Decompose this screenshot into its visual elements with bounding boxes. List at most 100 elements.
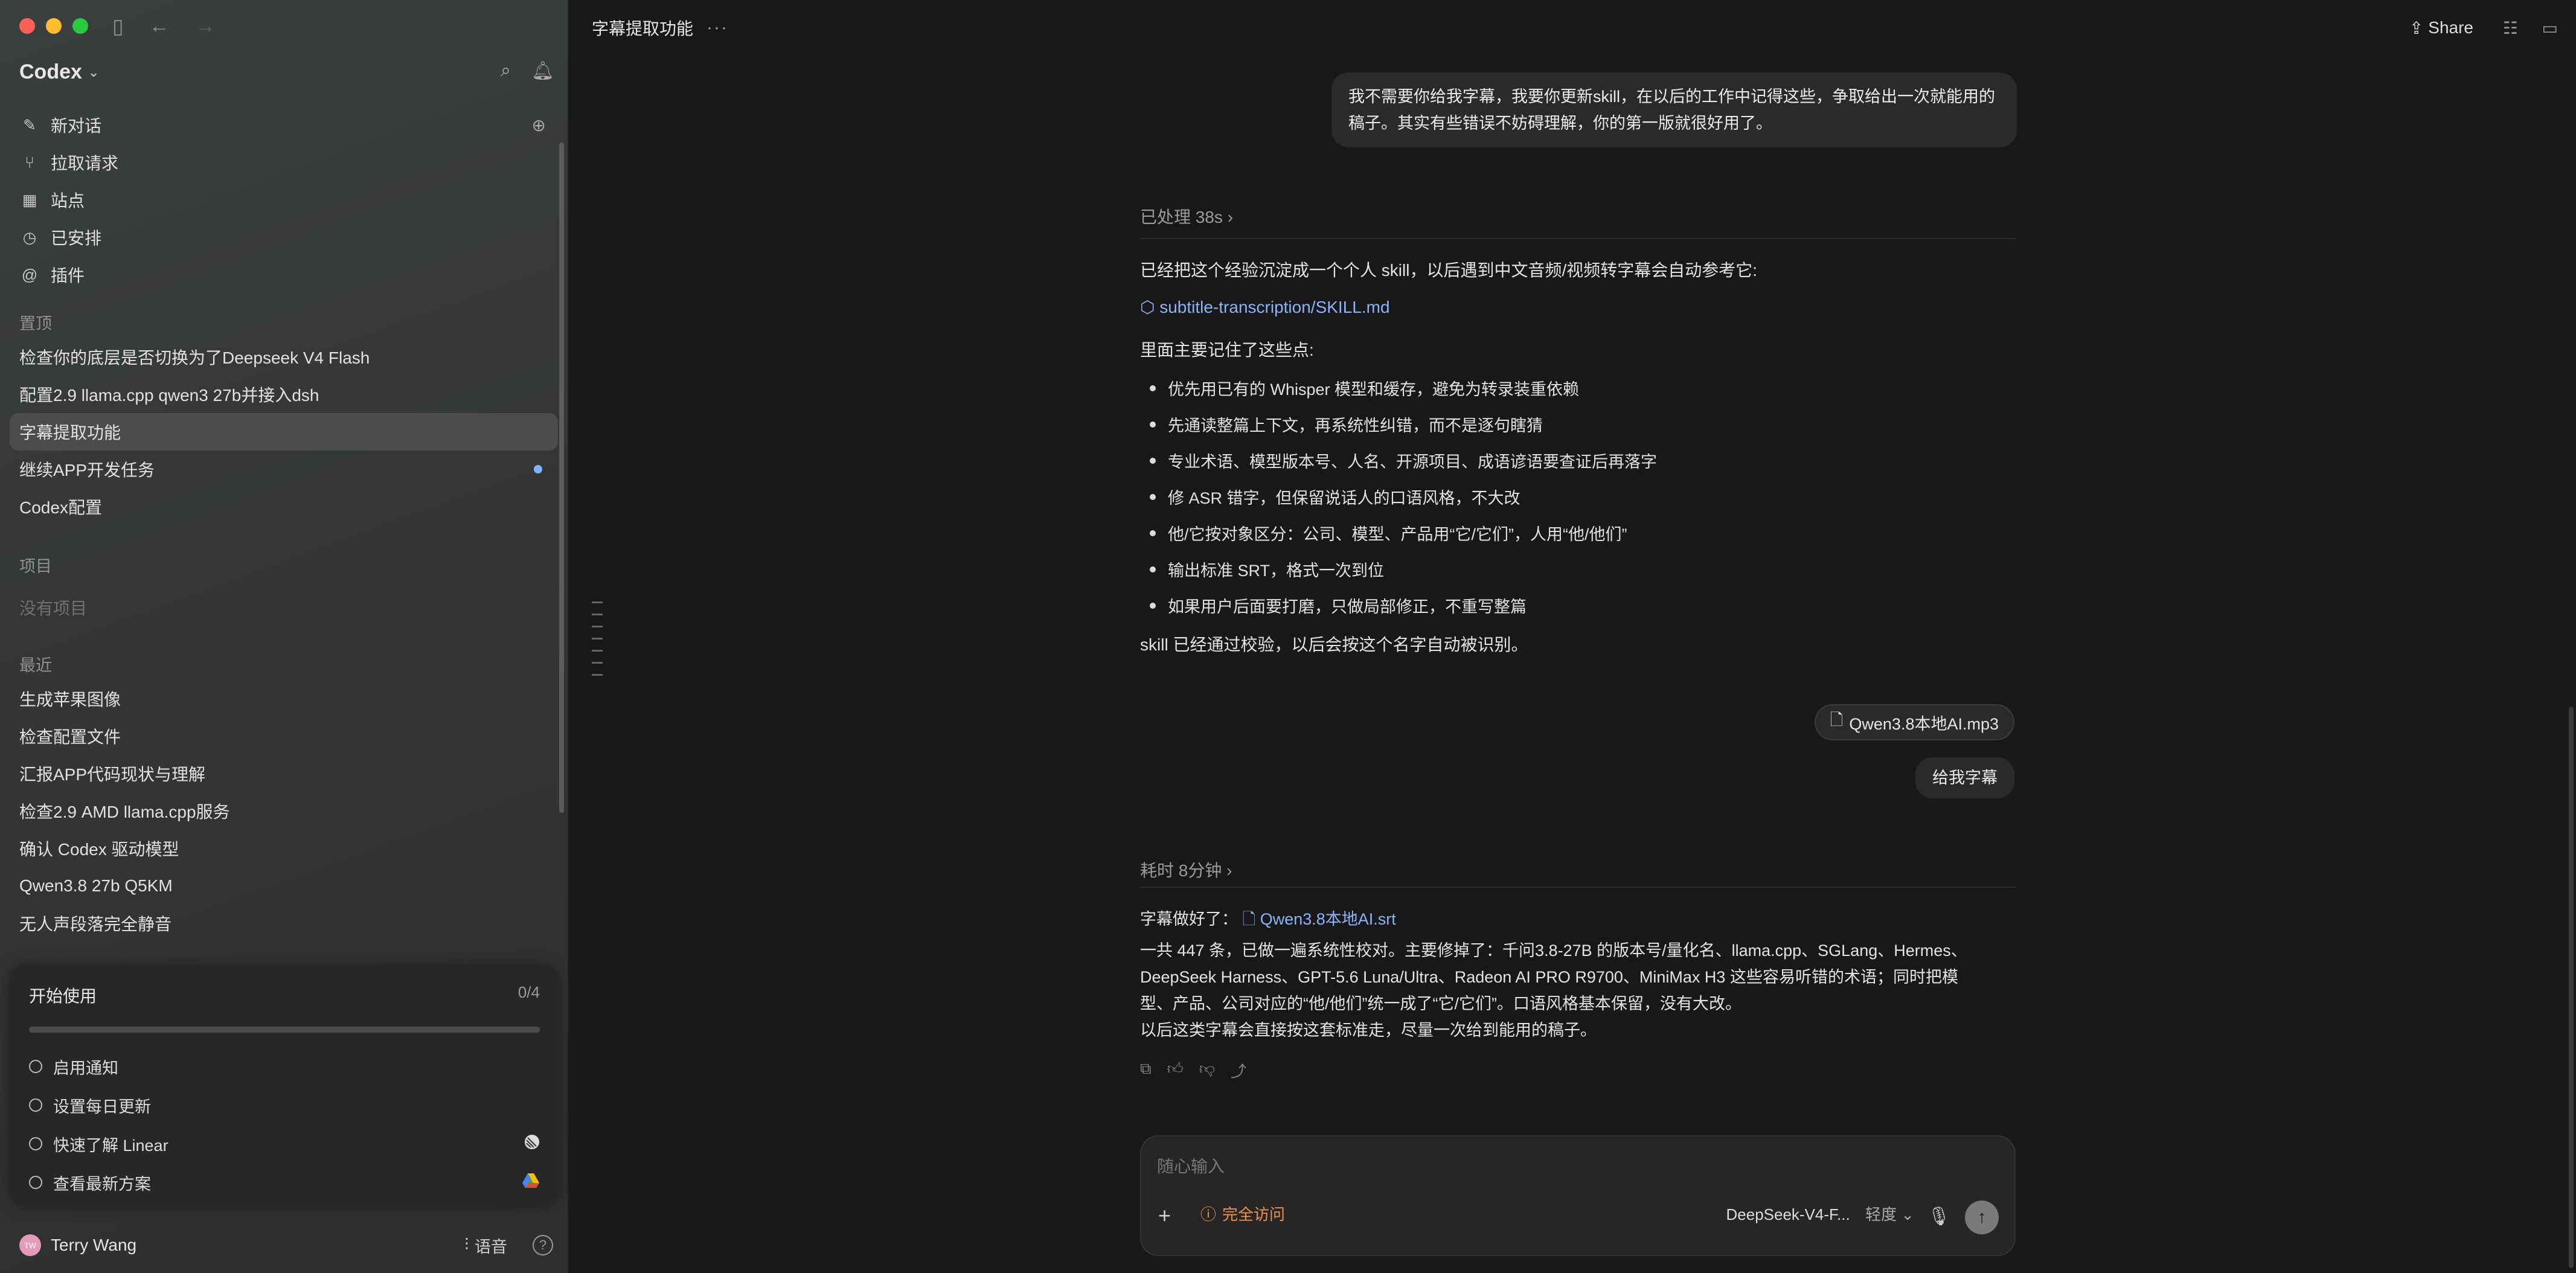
nav-plugins[interactable]: @ 插件 [10,256,558,293]
back-arrow-icon[interactable]: ← [149,14,170,39]
task-checkbox[interactable] [29,1098,42,1112]
processed-toggle[interactable]: 已处理 38s › [1140,204,1233,228]
more-options-icon[interactable]: ··· [706,18,728,38]
item-label: 配置2.9 llama.cpp qwen3 27b并接入dsh [19,386,319,405]
user-bar: TW Terry Wang ⫶ 语音 ? [0,1226,568,1265]
list-item: 他/它按对象区分：公司、模型、产品用“它/它们”，人用“他/他们” [1140,515,1657,551]
sidebar-nav: ✎ 新对话 ⊕ ⑂ 拉取请求 ▦ 站点 ◷ 已安排 @ 插件 [10,106,558,293]
chevron-right-icon: › [1227,208,1234,226]
forward-arrow-icon[interactable]: → [195,14,216,39]
conversation-pane: 字幕提取功能 ··· ⇪ Share ☷ ▭ 我不需要你给我字幕，我要你更新sk… [569,0,2576,1273]
list-item[interactable]: Codex配置 [10,488,558,525]
task-checkbox[interactable] [29,1137,42,1150]
add-attachment-icon[interactable]: + [1158,1203,1171,1228]
divider [1140,887,2016,888]
thumbs-up-icon[interactable]: 👍︎ [1167,1059,1184,1082]
list-item[interactable]: 继续APP开发任务 [10,451,558,488]
list-item[interactable]: 汇报APP代码现状与理解 [10,755,558,792]
list-item[interactable]: 检查配置文件 [10,717,558,755]
srt-file-link[interactable]: Qwen3.8本地AI.srt [1260,910,1396,928]
sidebar-scrollbar[interactable] [559,143,564,813]
file-icon[interactable]: 🗋︎ [1243,910,1260,928]
share-button[interactable]: ⇪ Share [2409,18,2473,38]
task-linear[interactable]: 快速了解 Linear [29,1124,540,1163]
user-message: 给我字幕 [1915,757,2014,798]
message-input[interactable] [1157,1150,1990,1184]
elapsed-label: 耗时 8分钟 [1140,861,1222,880]
maximize-window-button[interactable] [72,18,88,34]
list-item: 优先用已有的 Whisper 模型和缓存，避免为转录装重依赖 [1140,370,1657,406]
list-item[interactable]: 确认 Codex 驱动模型 [10,830,558,867]
notification-bell-icon[interactable]: 🔔︎ [531,60,554,82]
access-mode-button[interactable]: ⓘ 完全访问 [1200,1202,1285,1225]
getting-started-progress [29,1027,540,1033]
task-latest-plans[interactable]: 查看最新方案 [29,1163,540,1202]
section-label-pinned: 置顶 [19,315,52,333]
list-item[interactable]: 检查2.9 AMD llama.cpp服务 [10,792,558,830]
microphone-icon[interactable]: 🎙︎ [1927,1206,1950,1227]
item-label: 字幕提取功能 [19,423,121,442]
file-icon: 🗋︎ [1830,711,1844,729]
list-item[interactable]: Qwen3.8 27b Q5KM [10,867,558,905]
waveform-icon: ⫶ [464,1236,469,1254]
nav-label: 站点 [51,191,85,210]
fork-icon[interactable]: ⤴ [1231,1059,1246,1082]
list-item[interactable]: 无人声段落完全静音 [10,905,558,942]
reasoning-level: 轻度 [1865,1205,1897,1223]
nav-sites[interactable]: ▦ 站点 [10,181,558,219]
elapsed-toggle[interactable]: 耗时 8分钟 › [1140,858,1232,882]
minimize-window-button[interactable] [46,18,62,34]
list-item[interactable]: 配置2.9 llama.cpp qwen3 27b并接入dsh [10,376,558,413]
skill-points-list: 优先用已有的 Whisper 模型和缓存，避免为转录装重依赖 先通读整篇上下文，… [1140,370,1657,623]
nav-label: 新对话 [51,117,102,135]
conversation-scrollbar[interactable] [2569,707,2574,1268]
getting-started-card: 开始使用 0/4 启用通知 设置每日更新 快速了解 Linear 查看最新方案 [10,965,559,1207]
thumbs-down-icon[interactable]: 👎︎ [1199,1059,1215,1082]
close-window-button[interactable] [19,18,35,34]
nav-pull-requests[interactable]: ⑂ 拉取请求 [10,144,558,181]
list-item[interactable]: 生成苹果图像 [10,680,558,717]
item-label: Qwen3.8 27b Q5KM [19,876,173,895]
assistant-intro: 已经把这个经验沉淀成一个个人 skill，以后遇到中文音频/视频转字幕会自动参考… [1140,261,1758,280]
share-label: Share [2428,18,2473,37]
voice-label: 语音 [475,1237,507,1256]
list-item-active[interactable]: 字幕提取功能 [10,413,558,451]
attachment-name: Qwen3.8本地AI.mp3 [1849,714,1999,733]
skill-file-link[interactable]: ⬡ subtitle-transcription/SKILL.md [1140,297,1390,317]
nav-new-chat[interactable]: ✎ 新对话 ⊕ [10,106,558,144]
workspace-switcher[interactable]: Codex ⌄ [19,60,99,84]
item-label: 检查2.9 AMD llama.cpp服务 [19,803,230,821]
model-selector[interactable]: DeepSeek-V4-F... 轻度 ⌄ [1726,1202,1915,1225]
task-checkbox[interactable] [29,1176,42,1189]
panel-toggle-icon[interactable]: ▭ [2542,18,2558,38]
conversation-minimap[interactable] [592,601,603,686]
app-window: ▯ ← → Codex ⌄ ⌕ 🔔︎ ✎ 新对话 ⊕ ⑂ 拉取请求 ▦ 站点 ◷… [0,0,2576,1273]
voice-button[interactable]: ⫶ 语音 [464,1234,507,1257]
help-icon[interactable]: ? [533,1235,553,1255]
item-label: 汇报APP代码现状与理解 [19,765,206,784]
closing-line: 以后这类字幕会直接按这套标准走，尽量一次给到能用的稿子。 [1140,1021,1597,1039]
task-daily-updates[interactable]: 设置每日更新 [29,1086,540,1124]
remember-heading: 里面主要记住了这些点: [1140,341,1314,359]
task-checkbox[interactable] [29,1060,42,1073]
section-label-recent: 最近 [19,656,52,675]
send-button[interactable]: ↑ [1965,1201,1999,1234]
attachment-chip[interactable]: 🗋︎ Qwen3.8本地AI.mp3 [1814,704,2014,740]
search-icon[interactable]: ⌕ [501,60,511,82]
avatar[interactable]: TW [19,1234,41,1256]
chevron-down-icon: ⌄ [1901,1205,1914,1223]
item-label: 检查你的底层是否切换为了Deepseek V4 Flash [19,348,370,367]
list-item[interactable]: 检查你的底层是否切换为了Deepseek V4 Flash [10,338,558,376]
at-icon: @ [21,265,38,284]
add-circle-icon[interactable]: ⊕ [532,115,546,135]
user-name[interactable]: Terry Wang [51,1236,136,1255]
nav-scheduled[interactable]: ◷ 已安排 [10,219,558,256]
chevron-down-icon: ⌄ [88,64,100,80]
done-prefix: 字幕做好了： [1140,910,1238,928]
task-label: 查看最新方案 [53,1175,151,1193]
copy-icon[interactable]: ⧉ [1140,1059,1152,1082]
item-label: 检查配置文件 [19,728,121,746]
sidebar-toggle-icon[interactable]: ▯ [112,14,124,39]
list-view-icon[interactable]: ☷ [2503,18,2518,38]
task-enable-notifications[interactable]: 启用通知 [29,1047,540,1086]
